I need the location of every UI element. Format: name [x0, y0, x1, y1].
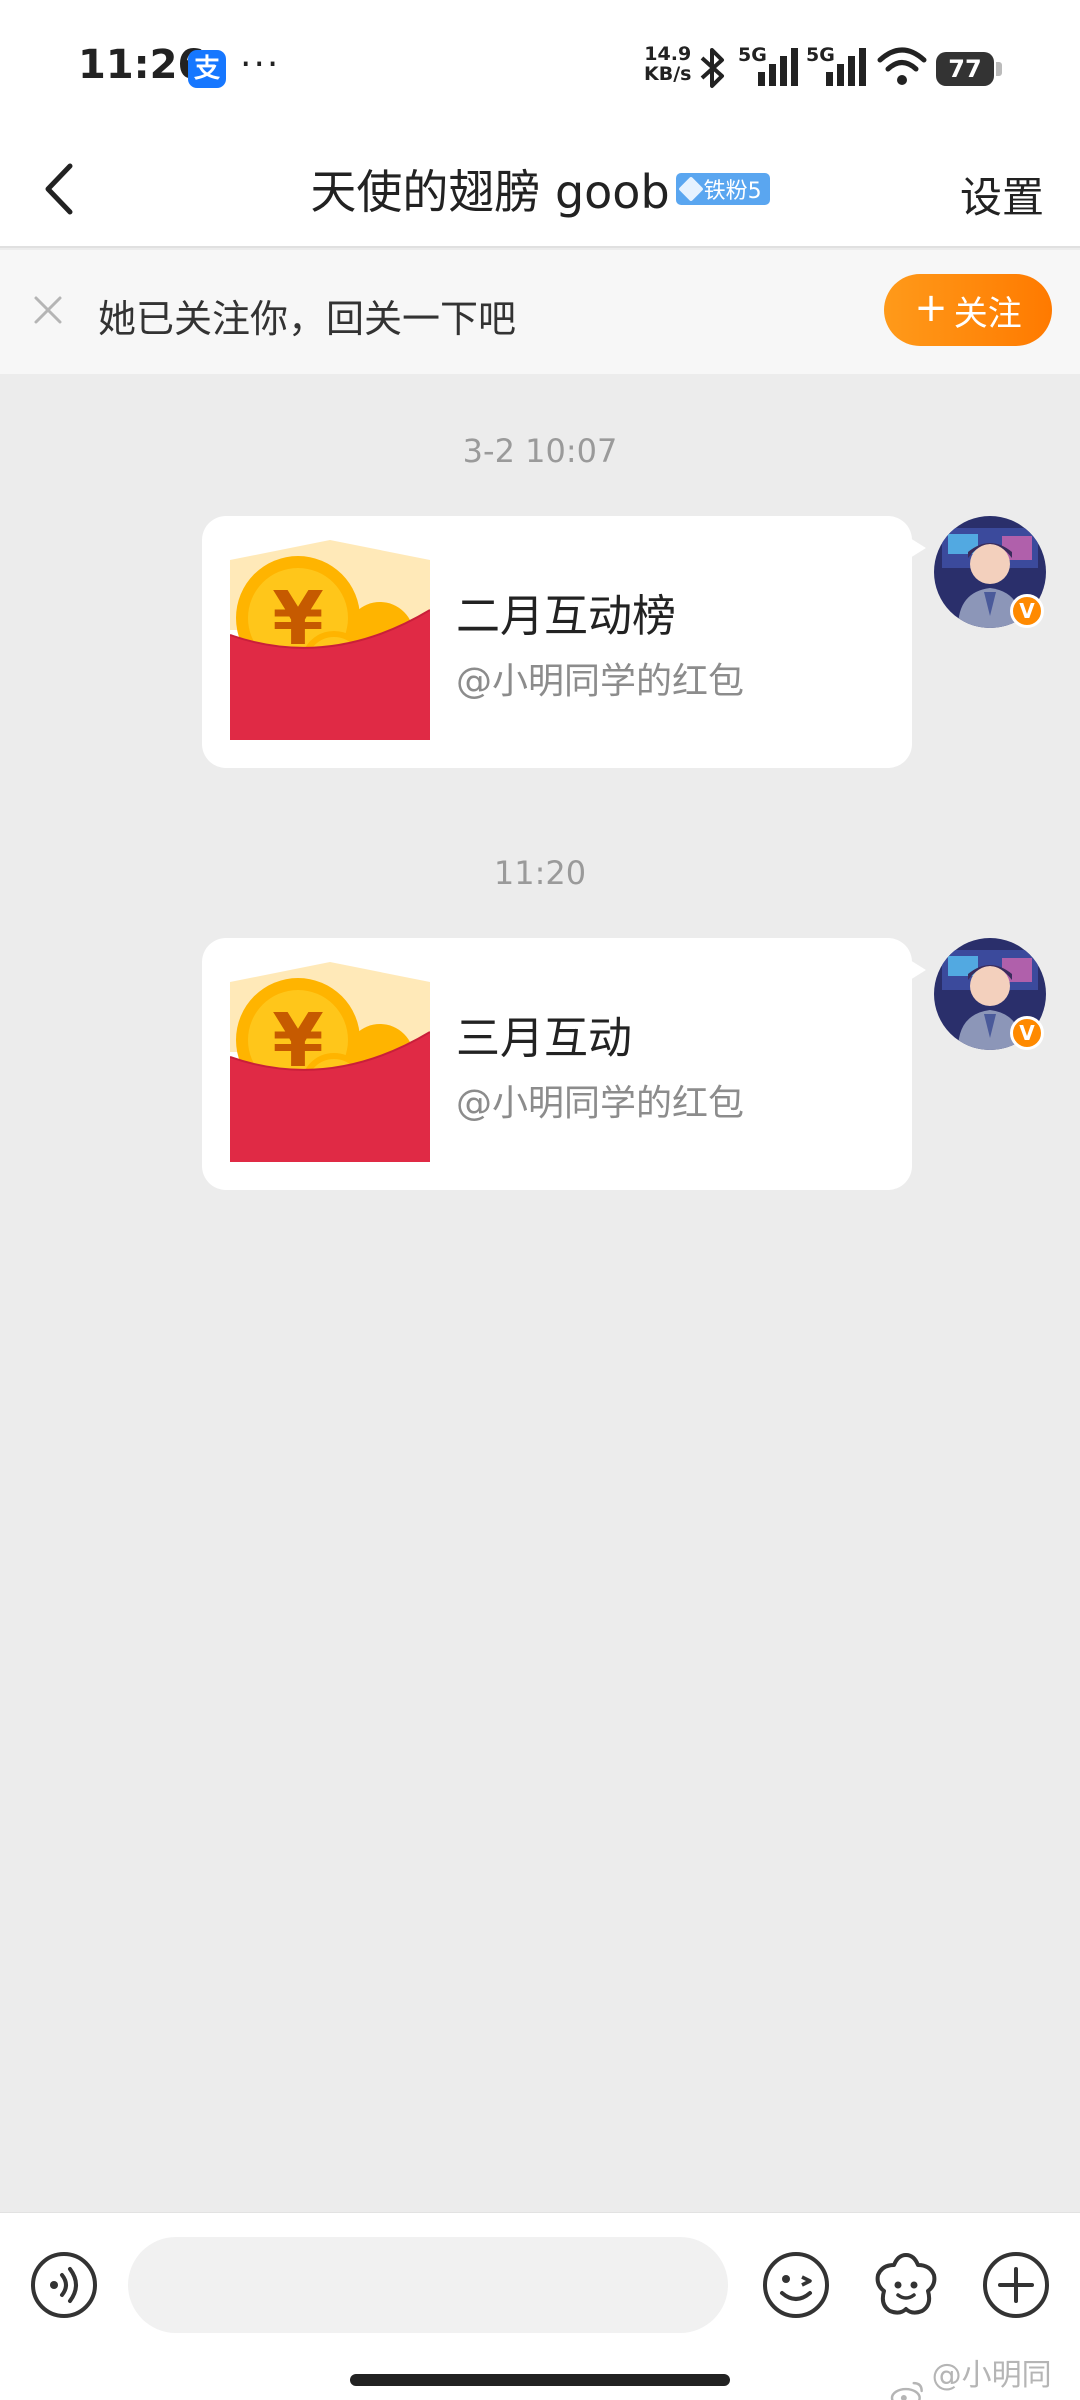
battery-icon: 77 [936, 52, 994, 86]
signal-bars-2-icon [826, 48, 866, 86]
plus-icon: + [914, 285, 948, 331]
diamond-icon [677, 176, 704, 202]
voice-input-icon[interactable] [30, 2251, 98, 2319]
wifi-icon [877, 47, 927, 85]
signal-bars-1-icon [758, 48, 798, 86]
red-packet-card[interactable]: ¥ 二月互动榜 @小明同学的红包 [202, 516, 926, 768]
follow-back-text: 她已关注你，回关一下吧 [98, 297, 517, 341]
watermark-text: @小明同学 [931, 2358, 1052, 2393]
red-packet-title: 二月互动榜 [456, 591, 676, 642]
message-timestamp: 11:20 [493, 854, 587, 892]
home-indicator[interactable] [350, 2374, 730, 2386]
red-packet-sender: @小明同学的红包 [456, 661, 745, 702]
title-wrap: 天使的翅膀 goob 铁粉5 [0, 130, 1080, 248]
watermark: @小明同学 [890, 2350, 1080, 2400]
close-icon[interactable] [28, 290, 68, 330]
status-bar: 11:26 支 ··· 14.9 KB/s 5G 5G 77 [0, 0, 1080, 130]
bluetooth-icon [700, 48, 724, 88]
follow-button[interactable]: + 关注 [884, 274, 1052, 346]
chat-header: 天使的翅膀 goob 铁粉5 设置 [0, 130, 1080, 248]
verified-icon: V [1010, 1016, 1044, 1050]
red-packet-card[interactable]: ¥ 三月互动 @小明同学的红包 [202, 938, 926, 1190]
follow-label: 关注 [953, 293, 1022, 334]
message-timestamp: 3-2 10:07 [462, 432, 618, 470]
network-speed: 14.9 KB/s [644, 44, 691, 84]
fan-level-badge: 铁粉5 [675, 173, 770, 205]
back-arrow-icon[interactable] [28, 154, 98, 224]
add-icon[interactable] [982, 2251, 1050, 2319]
battery-cap [996, 62, 1002, 76]
network-speed-value: 14.9 [644, 43, 692, 65]
chat-title: 天使的翅膀 goob [310, 165, 670, 219]
network-speed-unit: KB/s [644, 63, 692, 85]
more-notifications-icon: ··· [240, 44, 281, 85]
red-packet-title: 三月互动 [456, 1013, 632, 1064]
clock: 11:26 [78, 42, 206, 88]
emoji-icon[interactable] [762, 2251, 830, 2319]
red-packet-sender: @小明同学的红包 [456, 1083, 745, 1124]
message-input[interactable] [128, 2237, 728, 2333]
sticker-icon[interactable] [872, 2251, 940, 2319]
red-packet-icon: ¥ [230, 962, 430, 1162]
alipay-notification-icon: 支 [188, 50, 226, 88]
verified-icon: V [1010, 594, 1044, 628]
red-packet-icon: ¥ [230, 540, 430, 740]
weibo-logo-icon [890, 2381, 923, 2400]
settings-button[interactable]: 设置 [960, 164, 1044, 225]
fan-level-label: 铁粉5 [703, 179, 762, 204]
